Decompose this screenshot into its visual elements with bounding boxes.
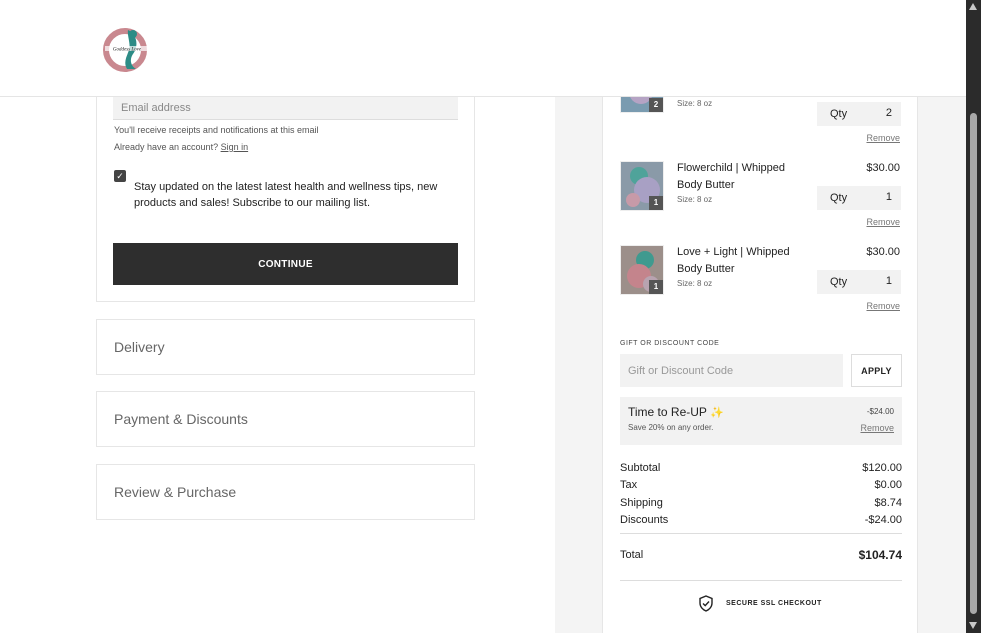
scroll-up-arrow-icon[interactable] <box>969 3 977 10</box>
remove-item-link[interactable]: Remove <box>866 217 900 227</box>
site-header: Goddess Love <box>0 0 966 97</box>
scrollbar-thumb[interactable] <box>970 113 977 614</box>
step-review-purchase[interactable]: Review & Purchase <box>96 464 475 520</box>
account-prompt: Already have an account? Sign in <box>114 142 248 152</box>
scroll-down-arrow-icon[interactable] <box>969 622 977 629</box>
svg-text:Goddess Love: Goddess Love <box>113 48 142 53</box>
item-size: Size: 8 oz <box>677 279 713 288</box>
subtotal-row: Subtotal $120.00 <box>620 462 902 474</box>
qty-label: Qty <box>830 192 848 204</box>
totals-divider <box>620 533 902 534</box>
qty-label: Qty <box>830 108 848 120</box>
item-size: Size: 8 oz <box>677 195 713 204</box>
remove-item-link[interactable]: Remove <box>866 133 900 143</box>
item-size: Size: 8 oz <box>677 99 713 108</box>
account-prompt-text: Already have an account? <box>114 142 219 152</box>
quantity-badge: 1 <box>649 280 663 294</box>
promo-amount: -$24.00 <box>866 407 894 416</box>
tax-label: Tax <box>620 479 638 491</box>
step-payment-discounts[interactable]: Payment & Discounts <box>96 391 475 447</box>
promo-description: Save 20% on any order. <box>628 423 714 432</box>
subtotal-label: Subtotal <box>620 462 661 474</box>
totals-divider <box>620 580 902 581</box>
qty-label: Qty <box>830 276 848 288</box>
tax-value: $0.00 <box>874 479 902 491</box>
step-payment-label: Payment & Discounts <box>114 411 248 427</box>
shipping-row: Shipping $8.74 <box>620 497 902 509</box>
sign-in-link[interactable]: Sign in <box>221 142 249 152</box>
continue-button[interactable]: CONTINUE <box>113 243 458 285</box>
qty-value: 1 <box>885 275 892 287</box>
quantity-field[interactable]: Qty 1 <box>817 270 901 294</box>
store-logo[interactable]: Goddess Love <box>103 24 151 72</box>
subtotal-value: $120.00 <box>862 462 902 474</box>
quantity-field[interactable]: Qty 2 <box>817 102 901 126</box>
remove-promo-link[interactable]: Remove <box>860 423 894 433</box>
secure-checkout-label: SECURE SSL CHECKOUT <box>726 600 822 607</box>
apply-code-button[interactable]: APPLY <box>851 354 902 387</box>
discounts-row: Discounts -$24.00 <box>620 514 902 526</box>
shield-check-icon <box>699 595 713 612</box>
total-row: Total $104.74 <box>620 548 902 562</box>
quantity-field[interactable]: Qty 1 <box>817 186 901 210</box>
item-price: $30.00 <box>866 162 900 174</box>
discount-code-input[interactable] <box>620 354 843 387</box>
step-review-label: Review & Purchase <box>114 484 237 500</box>
tax-row: Tax $0.00 <box>620 479 902 491</box>
contact-section: You'll receive receipts and notification… <box>96 97 475 302</box>
shipping-label: Shipping <box>620 497 663 509</box>
shipping-value: $8.74 <box>874 497 902 509</box>
applied-promo: Time to Re-UP ✨ Save 20% on any order. -… <box>620 397 902 445</box>
remove-item-link[interactable]: Remove <box>866 301 900 311</box>
qty-value: 2 <box>885 107 892 119</box>
quantity-badge: 2 <box>649 98 663 112</box>
product-thumbnail: 1 <box>620 245 664 295</box>
sparkles-icon: ✨ <box>710 407 724 419</box>
promo-title-text: Time to Re-UP <box>628 405 707 419</box>
total-value: $104.74 <box>858 548 902 562</box>
page-scrollbar[interactable] <box>966 0 981 633</box>
step-delivery[interactable]: Delivery <box>96 319 475 375</box>
email-field[interactable] <box>113 97 458 120</box>
newsletter-checkbox[interactable]: ✓ <box>114 170 126 182</box>
discount-code-label: GIFT OR DISCOUNT CODE <box>620 340 720 347</box>
receipt-note: You'll receive receipts and notification… <box>114 125 319 135</box>
qty-value: 1 <box>885 191 892 203</box>
quantity-badge: 1 <box>649 196 663 210</box>
newsletter-label: Stay updated on the latest latest health… <box>134 181 438 209</box>
step-delivery-label: Delivery <box>114 339 165 355</box>
total-label: Total <box>620 549 644 561</box>
product-thumbnail: 1 <box>620 161 664 211</box>
promo-title: Time to Re-UP ✨ <box>628 405 724 419</box>
discounts-label: Discounts <box>620 514 669 526</box>
item-price: $30.00 <box>866 246 900 258</box>
item-name: Flowerchild | Whipped Body Butter <box>677 162 786 191</box>
order-summary: 2 Size: 8 oz Qty 2 Remove 1 Flowerchild … <box>602 63 918 633</box>
item-name: Love + Light | Whipped Body Butter <box>677 246 790 275</box>
discounts-value: -$24.00 <box>864 514 902 526</box>
